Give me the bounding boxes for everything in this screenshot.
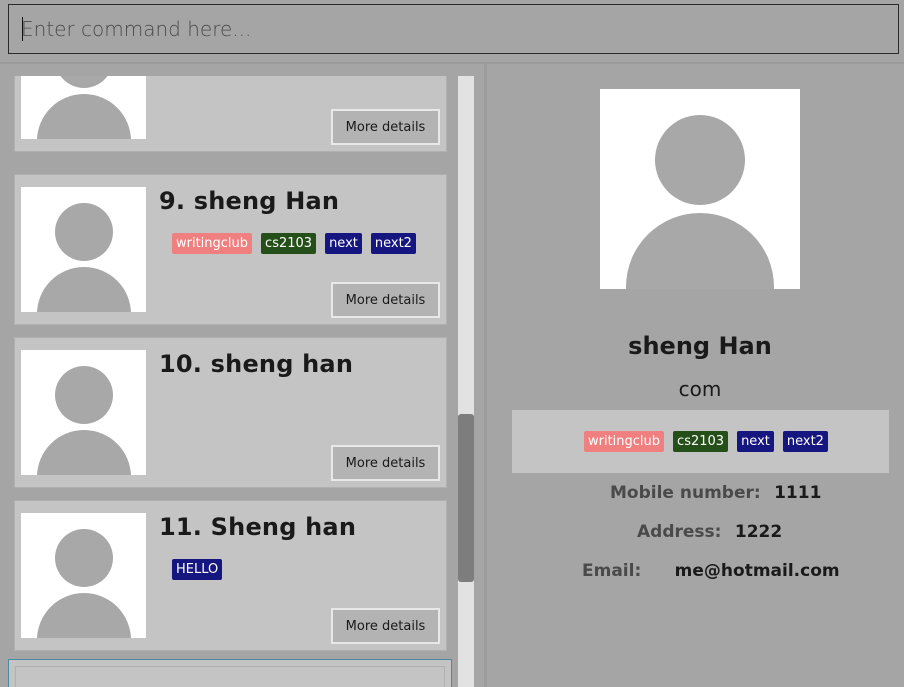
more-details-button[interactable]: More details bbox=[331, 109, 440, 145]
detail-subtitle: com bbox=[678, 377, 722, 401]
more-details-button[interactable]: More details bbox=[331, 282, 440, 318]
tag-badge: next bbox=[325, 233, 362, 254]
command-input[interactable] bbox=[8, 4, 899, 54]
address-value: 1222 bbox=[734, 522, 783, 542]
avatar-icon bbox=[21, 513, 146, 638]
person-card[interactable]: 9. sheng Han writingclub cs2103 next nex… bbox=[14, 174, 447, 325]
person-name: 10. sheng han bbox=[159, 350, 354, 378]
address-label: Address: bbox=[637, 522, 722, 542]
text-caret bbox=[22, 17, 23, 41]
tag-badge: cs2103 bbox=[261, 233, 317, 254]
mobile-label: Mobile number: bbox=[610, 483, 761, 503]
detail-name: sheng Han bbox=[628, 332, 772, 360]
person-card[interactable]: 11. Sheng han HELLO More details bbox=[14, 500, 447, 651]
avatar-icon bbox=[21, 350, 146, 475]
command-bar bbox=[0, 0, 904, 62]
person-detail-pane: sheng Han com writingclub cs2103 next ne… bbox=[487, 64, 904, 687]
person-card[interactable]: 10. sheng han More details bbox=[14, 337, 447, 488]
person-name: 9. sheng Han bbox=[159, 187, 340, 215]
scrollbar-thumb[interactable] bbox=[458, 414, 474, 582]
email-row: Email: me@hotmail.com bbox=[582, 561, 840, 581]
tag-badge: writingclub bbox=[584, 431, 665, 452]
person-card-inner bbox=[15, 666, 445, 687]
more-details-button[interactable]: More details bbox=[331, 608, 440, 644]
mobile-value: 1111 bbox=[774, 483, 822, 503]
tag-badge: next bbox=[737, 431, 774, 452]
detail-tag-bar: writingclub cs2103 next next2 bbox=[512, 410, 889, 473]
tag-badge: cs2103 bbox=[673, 431, 729, 452]
list-scrollbar[interactable] bbox=[458, 76, 474, 687]
address-row: Address: 1222 bbox=[637, 522, 782, 542]
avatar-icon bbox=[21, 76, 146, 139]
mobile-row: Mobile number: 1111 bbox=[610, 483, 821, 503]
person-card-selected[interactable] bbox=[8, 659, 452, 687]
tag-list: writingclub cs2103 next next2 bbox=[584, 431, 828, 452]
tag-list: HELLO bbox=[172, 559, 223, 580]
tag-list: writingclub cs2103 next next2 bbox=[172, 233, 416, 254]
person-list-pane: More details 9. sheng Han writingclub cs… bbox=[0, 64, 484, 687]
tag-badge: next2 bbox=[370, 233, 416, 254]
avatar-icon bbox=[600, 89, 800, 289]
person-card[interactable]: More details bbox=[14, 76, 447, 152]
person-name: 11. Sheng han bbox=[159, 513, 357, 541]
tag-badge: writingclub bbox=[172, 233, 253, 254]
tag-badge: next2 bbox=[782, 431, 828, 452]
avatar-icon bbox=[21, 187, 146, 312]
email-label: Email: bbox=[582, 561, 642, 581]
email-value: me@hotmail.com bbox=[674, 561, 840, 581]
more-details-button[interactable]: More details bbox=[331, 445, 440, 481]
tag-badge: HELLO bbox=[172, 559, 223, 580]
person-list[interactable]: More details 9. sheng Han writingclub cs… bbox=[8, 76, 456, 687]
